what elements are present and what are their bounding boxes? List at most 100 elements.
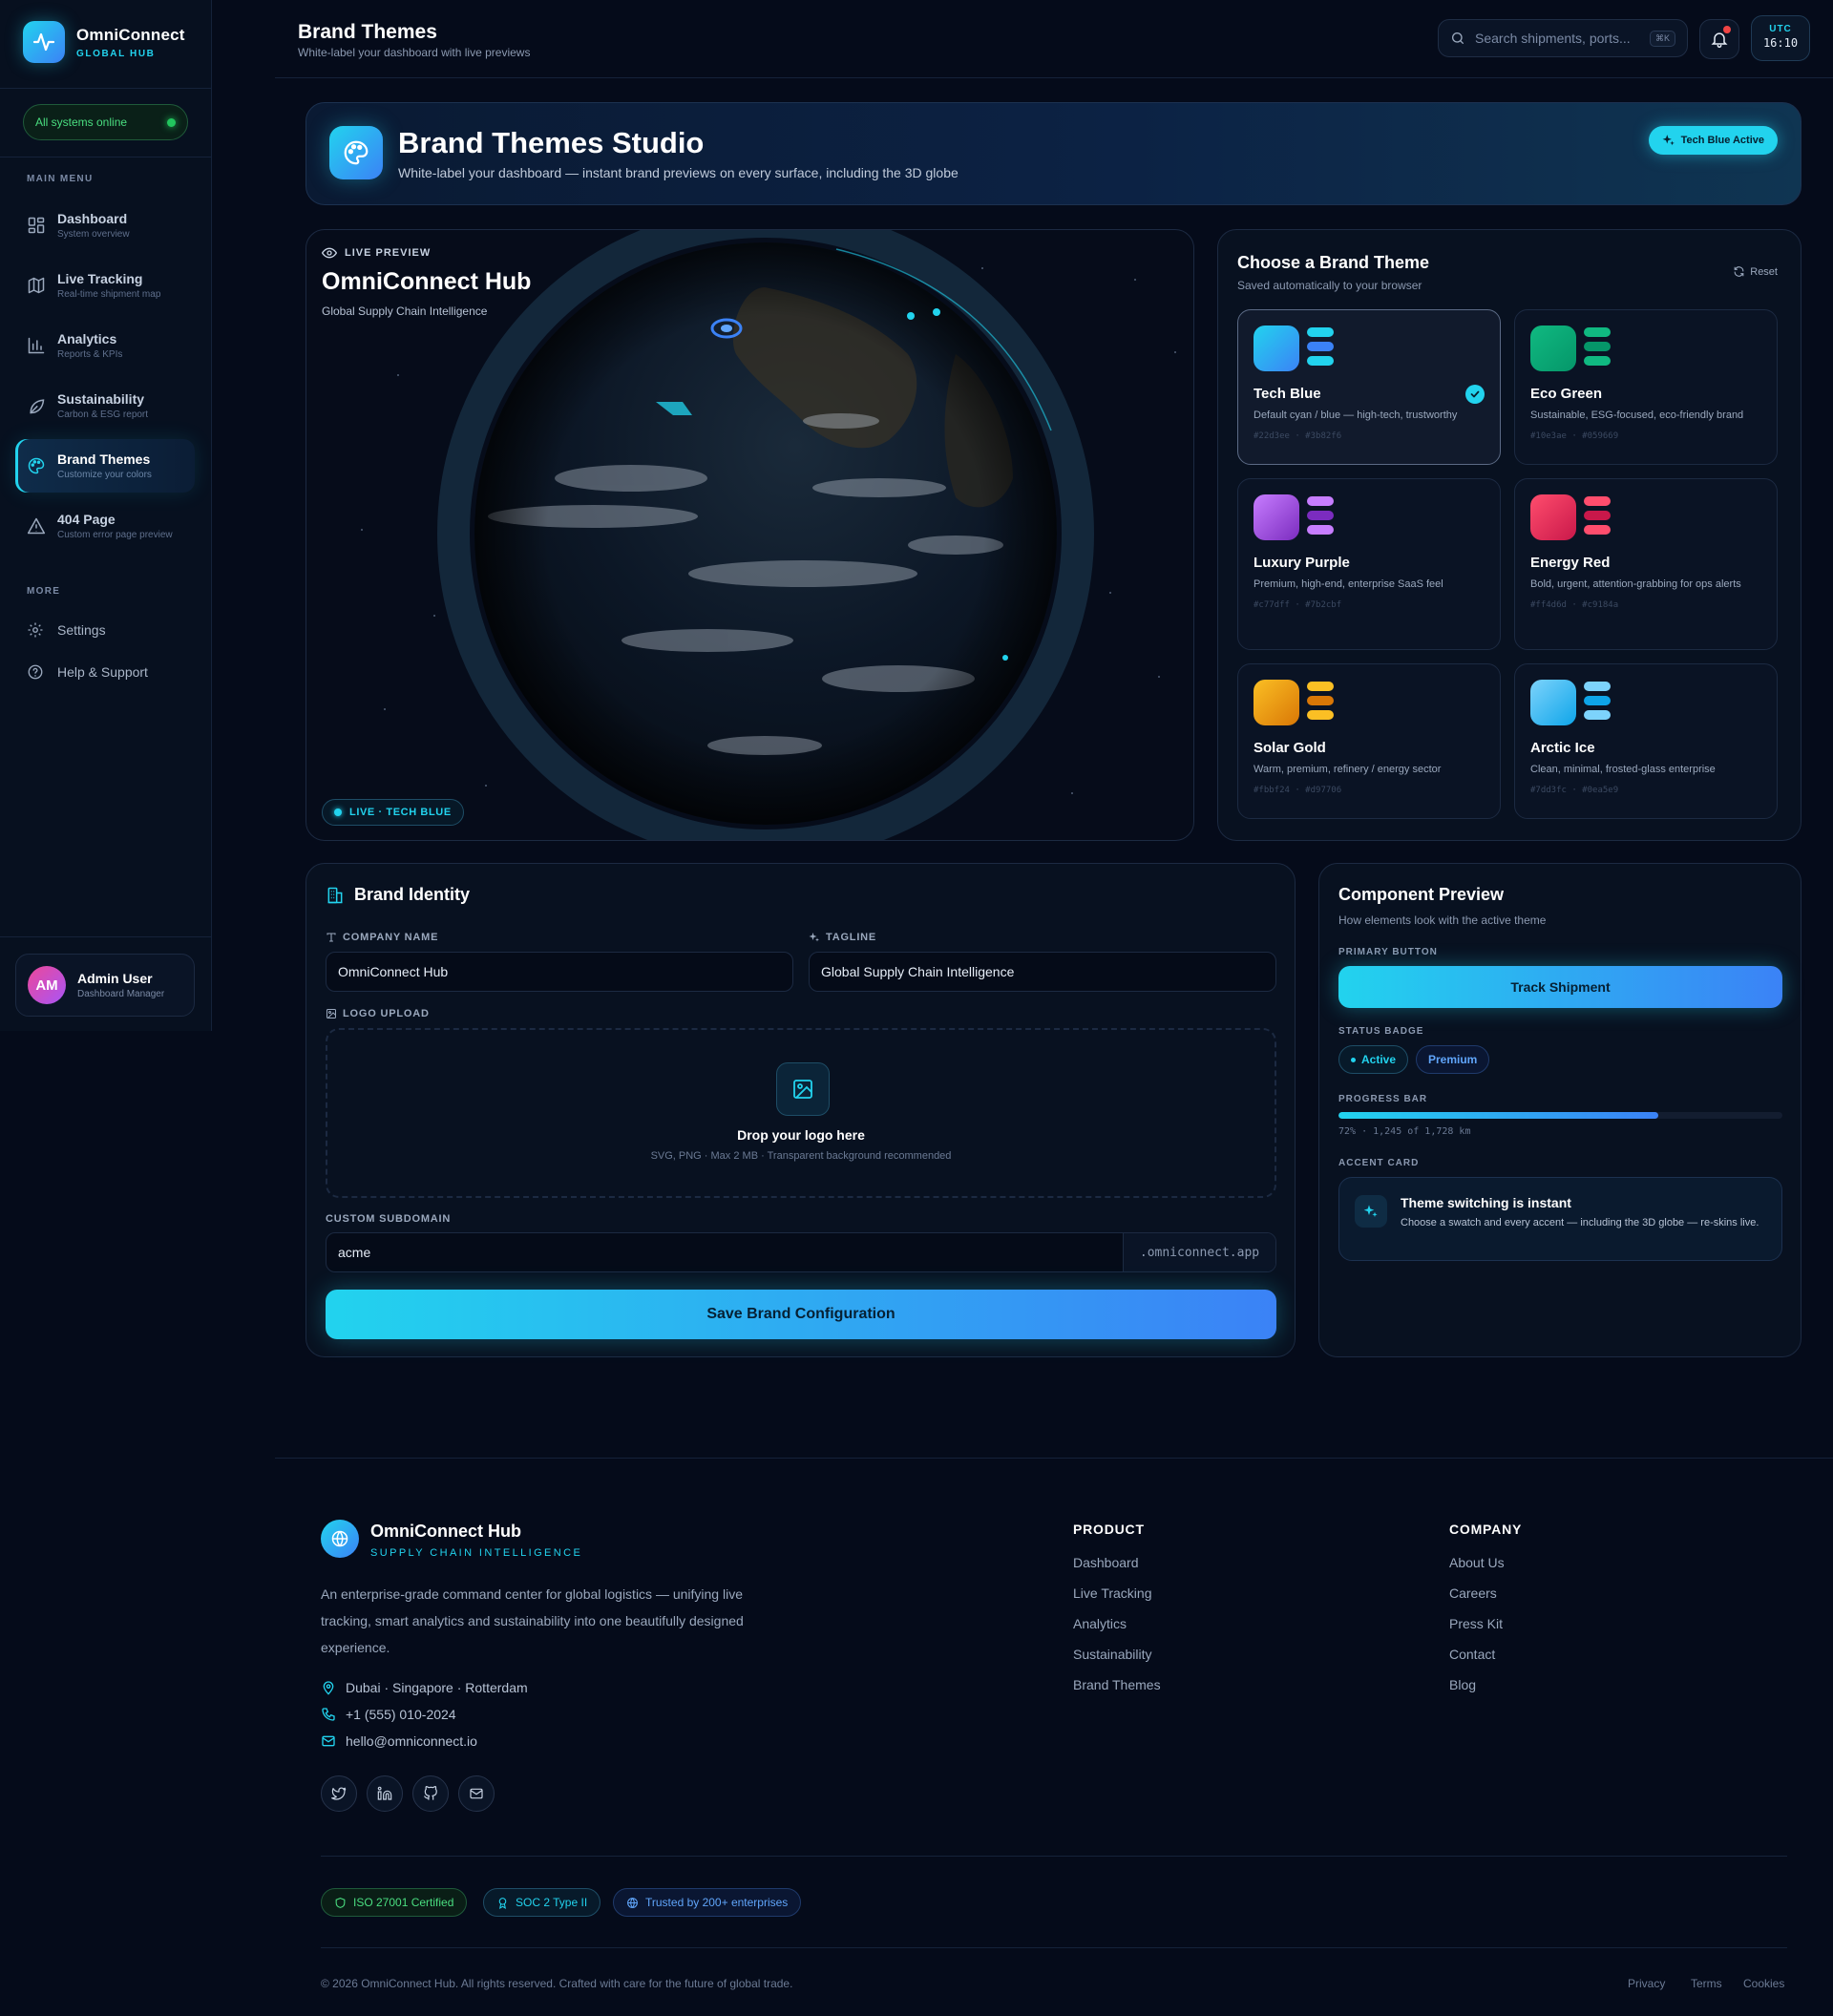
swatch-primary bbox=[1530, 494, 1576, 540]
theme-description: Warm, premium, refinery / energy sector bbox=[1254, 764, 1442, 775]
sidebar-item-analytics[interactable]: Analytics Reports & KPIs bbox=[15, 319, 195, 372]
sidebar-item-settings[interactable]: Settings bbox=[27, 621, 106, 639]
theme-card-eco-green[interactable]: Eco Green Sustainable, ESG-focused, eco-f… bbox=[1514, 309, 1778, 465]
swatch-primary bbox=[1530, 680, 1576, 725]
logo-upload-label: LOGO UPLOAD bbox=[326, 1008, 430, 1019]
sidebar-item-brand-themes[interactable]: Brand Themes Customize your colors bbox=[15, 439, 195, 493]
swatch-bar bbox=[1584, 342, 1611, 351]
app-logo[interactable]: OmniConnect GLOBAL HUB bbox=[23, 21, 185, 63]
twitter-button[interactable] bbox=[321, 1775, 357, 1812]
shield-icon bbox=[335, 1897, 346, 1908]
footer-link-blog[interactable]: Blog bbox=[1449, 1677, 1476, 1692]
theme-description: Default cyan / blue — high-tech, trustwo… bbox=[1254, 410, 1458, 421]
globe-icon bbox=[321, 1520, 359, 1558]
footer-link-press-kit[interactable]: Press Kit bbox=[1449, 1616, 1503, 1631]
footer-link-about[interactable]: About Us bbox=[1449, 1555, 1505, 1570]
email-button[interactable] bbox=[458, 1775, 495, 1812]
user-card[interactable]: AM Admin User Dashboard Manager bbox=[15, 954, 195, 1017]
sidebar-item-sub: Custom error page preview bbox=[57, 530, 173, 540]
theme-card-solar-gold[interactable]: Solar Gold Warm, premium, refinery / ener… bbox=[1237, 663, 1501, 819]
reset-button[interactable]: Reset bbox=[1733, 265, 1778, 278]
theme-card-luxury-purple[interactable]: Luxury Purple Premium, high-end, enterpri… bbox=[1237, 478, 1501, 650]
swatch-primary bbox=[1254, 680, 1299, 725]
linkedin-icon bbox=[377, 1786, 392, 1800]
footer-email[interactable]: hello@omniconnect.io bbox=[321, 1733, 477, 1749]
save-brand-button[interactable]: Save Brand Configuration bbox=[326, 1290, 1276, 1339]
footer-link-brand-themes[interactable]: Brand Themes bbox=[1073, 1677, 1161, 1692]
dropzone-title: Drop your logo here bbox=[737, 1127, 865, 1143]
sidebar-item-live-tracking[interactable]: Live Tracking Real-time shipment map bbox=[15, 259, 195, 312]
active-theme-badge: Tech Blue Active bbox=[1648, 126, 1778, 155]
globe-icon bbox=[627, 1897, 638, 1908]
theme-name: Arctic Ice bbox=[1530, 740, 1595, 756]
footer-location-text: Dubai · Singapore · Rotterdam bbox=[346, 1680, 528, 1695]
linkedin-button[interactable] bbox=[367, 1775, 403, 1812]
footer-link-contact[interactable]: Contact bbox=[1449, 1647, 1495, 1662]
settings-label: Settings bbox=[57, 622, 106, 638]
github-button[interactable] bbox=[412, 1775, 449, 1812]
accent-card-label: ACCENT CARD bbox=[1338, 1158, 1420, 1168]
privacy-link[interactable]: Privacy bbox=[1628, 1977, 1665, 1990]
soc2-badge: SOC 2 Type II bbox=[483, 1888, 601, 1917]
terms-link[interactable]: Terms bbox=[1691, 1977, 1722, 1990]
footer-link-live-tracking[interactable]: Live Tracking bbox=[1073, 1586, 1151, 1601]
tagline-field[interactable]: Global Supply Chain Intelligence bbox=[809, 952, 1276, 992]
footer-phone[interactable]: +1 (555) 010-2024 bbox=[321, 1707, 456, 1722]
footer-link-dashboard[interactable]: Dashboard bbox=[1073, 1555, 1139, 1570]
notifications-button[interactable] bbox=[1699, 19, 1739, 59]
hero-banner: Brand Themes Studio White-label your das… bbox=[306, 102, 1801, 205]
grid-icon bbox=[28, 217, 45, 234]
subdomain-field[interactable]: acme .omniconnect.app bbox=[326, 1232, 1276, 1272]
iso-cert-text: ISO 27001 Certified bbox=[353, 1896, 454, 1909]
theme-card-arctic-ice[interactable]: Arctic Ice Clean, minimal, frosted-glass … bbox=[1514, 663, 1778, 819]
sidebar-item-sub: Real-time shipment map bbox=[57, 289, 161, 300]
swatch-bar bbox=[1307, 696, 1334, 705]
sidebar-item-label: Analytics bbox=[57, 331, 117, 346]
theme-picker-title: Choose a Brand Theme bbox=[1237, 253, 1430, 272]
warning-icon bbox=[27, 517, 46, 535]
track-shipment-button[interactable]: Track Shipment bbox=[1338, 966, 1782, 1008]
image-icon bbox=[327, 1009, 336, 1018]
theme-card-tech-blue[interactable]: Tech Blue Default cyan / blue — high-tech… bbox=[1237, 309, 1501, 465]
theme-swatch bbox=[1530, 494, 1761, 545]
cookies-link[interactable]: Cookies bbox=[1743, 1977, 1784, 1990]
live-dot-icon bbox=[334, 808, 342, 816]
company-name-field[interactable]: OmniConnect Hub bbox=[326, 952, 793, 992]
logo-dropzone[interactable]: Drop your logo here SVG, PNG · Max 2 MB … bbox=[326, 1028, 1276, 1198]
component-preview-title: Component Preview bbox=[1338, 885, 1505, 904]
preview-subtitle: Global Supply Chain Intelligence bbox=[322, 304, 488, 318]
theme-hex: #22d3ee · #3b82f6 bbox=[1254, 431, 1342, 441]
premium-badge: Premium bbox=[1416, 1045, 1490, 1074]
theme-card-energy-red[interactable]: Energy Red Bold, urgent, attention-grabbi… bbox=[1514, 478, 1778, 650]
footer-link-sustainability[interactable]: Sustainability bbox=[1073, 1647, 1152, 1662]
footer-link-careers[interactable]: Careers bbox=[1449, 1586, 1497, 1601]
search-input[interactable]: Search shipments, ports... ⌘K bbox=[1438, 19, 1688, 57]
sidebar-item-sustainability[interactable]: Sustainability Carbon & ESG report bbox=[15, 379, 195, 432]
sidebar-item-dashboard[interactable]: Dashboard System overview bbox=[15, 199, 195, 252]
globe-visual[interactable] bbox=[306, 230, 1194, 841]
live-theme-text: LIVE · TECH BLUE bbox=[349, 807, 452, 818]
live-preview-label: LIVE PREVIEW bbox=[322, 245, 431, 261]
mail-icon bbox=[322, 1735, 335, 1747]
theme-hex: #10e3ae · #059669 bbox=[1530, 431, 1619, 441]
sidebar-item-help[interactable]: Help & Support bbox=[27, 663, 148, 681]
sidebar-item-label: 404 Page bbox=[57, 512, 116, 527]
theme-picker-subtitle: Saved automatically to your browser bbox=[1237, 279, 1422, 292]
utc-time: 16:10 bbox=[1762, 36, 1799, 50]
theme-name: Energy Red bbox=[1530, 555, 1611, 571]
swatch-bar bbox=[1584, 356, 1611, 366]
brand-identity-title-text: Brand Identity bbox=[354, 885, 471, 904]
theme-hex: #7dd3fc · #0ea5e9 bbox=[1530, 786, 1619, 795]
sidebar-item-sub: System overview bbox=[57, 229, 130, 240]
search-placeholder: Search shipments, ports... bbox=[1475, 31, 1631, 46]
footer-link-analytics[interactable]: Analytics bbox=[1073, 1616, 1127, 1631]
sidebar-item-404-page[interactable]: 404 Page Custom error page preview bbox=[15, 499, 195, 553]
theme-description: Clean, minimal, frosted-glass enterprise bbox=[1530, 764, 1716, 775]
live-theme-badge: LIVE · TECH BLUE bbox=[322, 799, 464, 826]
footer: OmniConnect Hub SUPPLY CHAIN INTELLIGENC… bbox=[275, 1458, 1833, 2016]
footer-brand: OmniConnect Hub bbox=[370, 1522, 521, 1541]
footer-location: Dubai · Singapore · Rotterdam bbox=[321, 1680, 528, 1695]
swatch-bar bbox=[1584, 496, 1611, 506]
refresh-icon bbox=[1734, 266, 1744, 277]
subdomain-value: acme bbox=[338, 1245, 371, 1260]
